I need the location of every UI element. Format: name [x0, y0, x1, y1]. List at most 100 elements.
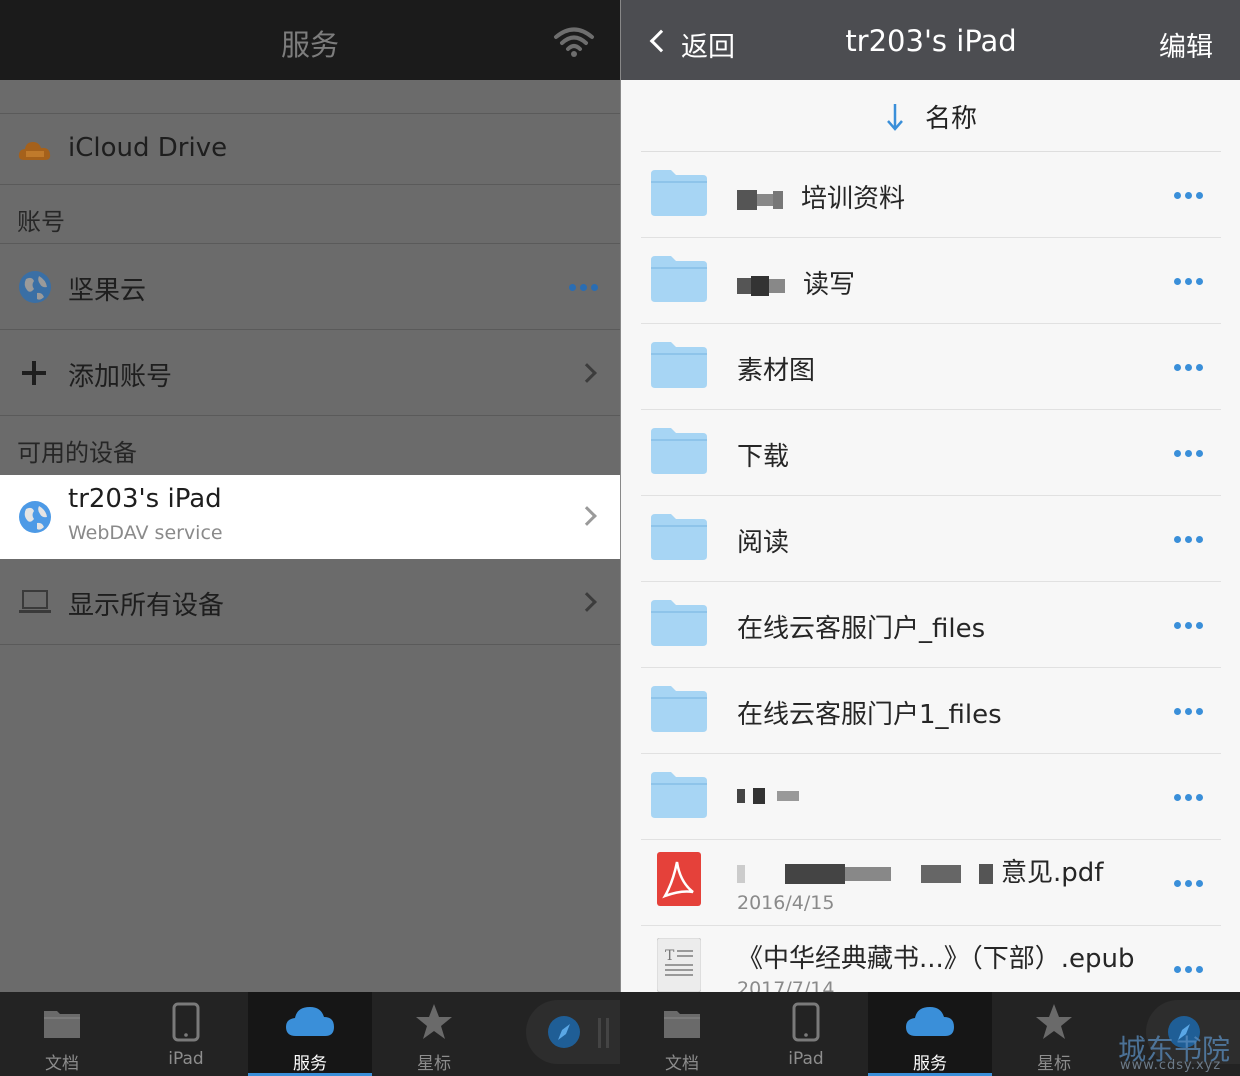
redacted-text — [921, 864, 961, 883]
file-name: 在线云客服门户_files — [737, 614, 986, 644]
more-icon[interactable] — [1174, 966, 1203, 973]
redacted-text — [777, 790, 799, 801]
tab-services[interactable]: 服务 — [248, 992, 372, 1076]
more-icon[interactable] — [1174, 622, 1203, 629]
redacted-text — [737, 864, 745, 883]
file-browser-title: tr203's iPad — [845, 24, 1017, 58]
tab-starred[interactable]: 星标 — [372, 992, 496, 1076]
tab-starred[interactable]: 星标 — [992, 992, 1116, 1076]
tab-ipad[interactable]: iPad — [124, 992, 248, 1076]
sort-label: 名称 — [925, 104, 978, 134]
chevron-right-icon — [577, 592, 597, 612]
tab-documents[interactable]: 文档 — [0, 992, 124, 1076]
folder-icon — [651, 428, 707, 474]
tab-label: 服务 — [293, 1054, 327, 1074]
folder-icon — [651, 514, 707, 560]
tab-label: 服务 — [913, 1054, 947, 1074]
laptop-icon — [19, 590, 51, 613]
tab-documents[interactable]: 文档 — [620, 992, 744, 1076]
more-icon[interactable] — [1174, 364, 1203, 371]
redacted-text — [737, 277, 751, 294]
more-icon[interactable] — [1174, 536, 1203, 543]
services-title: 服务 — [280, 28, 339, 62]
chevron-right-icon — [577, 506, 597, 526]
file-row[interactable]: T 《中华经典藏书...》（下部）.epub 2017/7/14 — [641, 926, 1221, 992]
folder-icon — [651, 170, 707, 216]
file-row[interactable]: 培训资料 — [641, 152, 1221, 238]
device-row-selected[interactable]: tr203's iPad WebDAV service — [0, 475, 620, 559]
redacted-text — [773, 190, 783, 209]
icloud-drive-label: iCloud Drive — [68, 133, 228, 163]
file-row[interactable]: 阅读 — [641, 496, 1221, 582]
browser-shortcut[interactable] — [526, 1000, 620, 1064]
file-name: 素材图 — [737, 356, 816, 386]
spacer-row — [0, 80, 620, 114]
file-browser-pane: 返回 tr203's iPad 编辑 名称 培训资料 读写 素材图 下载 阅读 … — [620, 0, 1240, 992]
tab-label: 文档 — [665, 1054, 699, 1074]
tab-label: 文档 — [45, 1054, 79, 1074]
services-pane: 服务 iCloud Drive 账号 坚果云 添加账号 可用的设备 tr203'… — [0, 0, 620, 992]
file-row[interactable] — [641, 754, 1221, 840]
sort-header[interactable]: 名称 — [621, 80, 1240, 152]
services-nav-bar: 服务 — [0, 0, 620, 80]
folder-icon — [44, 1011, 80, 1038]
account-row-jianguoyun[interactable]: 坚果云 — [0, 244, 620, 330]
more-icon[interactable] — [1174, 192, 1203, 199]
more-icon[interactable] — [1174, 880, 1203, 887]
file-row[interactable]: 在线云客服门户1_files — [641, 668, 1221, 754]
folder-icon — [664, 1011, 700, 1038]
tab-bar-left: 文档 iPad 服务 星标 — [0, 992, 620, 1076]
tab-ipad[interactable]: iPad — [744, 992, 868, 1076]
devices-section-header: 可用的设备 — [0, 416, 620, 475]
redacted-text — [757, 193, 773, 206]
tab-services[interactable]: 服务 — [868, 992, 992, 1076]
account-more-icon[interactable] — [569, 284, 598, 291]
file-row[interactable]: 在线云客服门户_files — [641, 582, 1221, 668]
watermark-url: www.cdsy.xyz — [1120, 1058, 1222, 1073]
more-icon[interactable] — [1174, 794, 1203, 801]
plus-icon — [22, 361, 46, 385]
tab-label: iPad — [788, 1049, 824, 1069]
folder-icon — [651, 600, 707, 646]
show-all-devices-label: 显示所有设备 — [68, 591, 225, 621]
more-icon[interactable] — [1174, 708, 1203, 715]
more-icon[interactable] — [1174, 450, 1203, 457]
file-row[interactable]: 读写 — [641, 238, 1221, 324]
star-icon — [416, 1004, 452, 1039]
redacted-text — [845, 866, 891, 881]
file-name: 意见.pdf — [737, 852, 1103, 889]
svg-text:T: T — [665, 948, 675, 964]
tab-label: 星标 — [417, 1054, 451, 1074]
folder-icon — [651, 772, 707, 818]
chevron-right-icon — [577, 363, 597, 383]
pdf-icon — [657, 852, 701, 906]
more-icon[interactable] — [1174, 278, 1203, 285]
file-name: 下载 — [737, 442, 790, 472]
screen: 服务 iCloud Drive 账号 坚果云 添加账号 可用的设备 tr203'… — [0, 0, 1240, 1076]
redacted-text — [753, 787, 765, 804]
compass-icon — [548, 1016, 580, 1048]
file-date: 2017/7/14 — [737, 978, 835, 992]
file-row[interactable]: 下载 — [641, 410, 1221, 496]
redacted-text — [979, 863, 993, 884]
file-name: 阅读 — [737, 528, 790, 558]
separator — [598, 1018, 601, 1048]
file-row[interactable]: 意见.pdf 2016/4/15 — [641, 840, 1221, 926]
add-account-row[interactable]: 添加账号 — [0, 330, 620, 416]
file-row[interactable]: 素材图 — [641, 324, 1221, 410]
icloud-drive-row[interactable]: iCloud Drive — [0, 114, 620, 185]
redacted-text — [737, 788, 745, 803]
file-date: 2016/4/15 — [737, 892, 835, 914]
tab-label: 星标 — [1037, 1054, 1071, 1074]
redacted-text — [769, 278, 785, 293]
show-all-devices-row[interactable]: 显示所有设备 — [0, 559, 620, 645]
globe-icon — [19, 501, 51, 533]
redacted-text — [737, 189, 757, 210]
file-name: 在线云客服门户1_files — [737, 700, 1002, 730]
edit-button[interactable]: 编辑 — [1159, 25, 1213, 64]
file-name — [737, 780, 799, 810]
cloud-icon — [286, 1007, 334, 1036]
globe-icon — [19, 271, 51, 303]
separator — [606, 1018, 609, 1048]
file-name: 《中华经典藏书...》（下部）.epub — [737, 944, 1135, 974]
